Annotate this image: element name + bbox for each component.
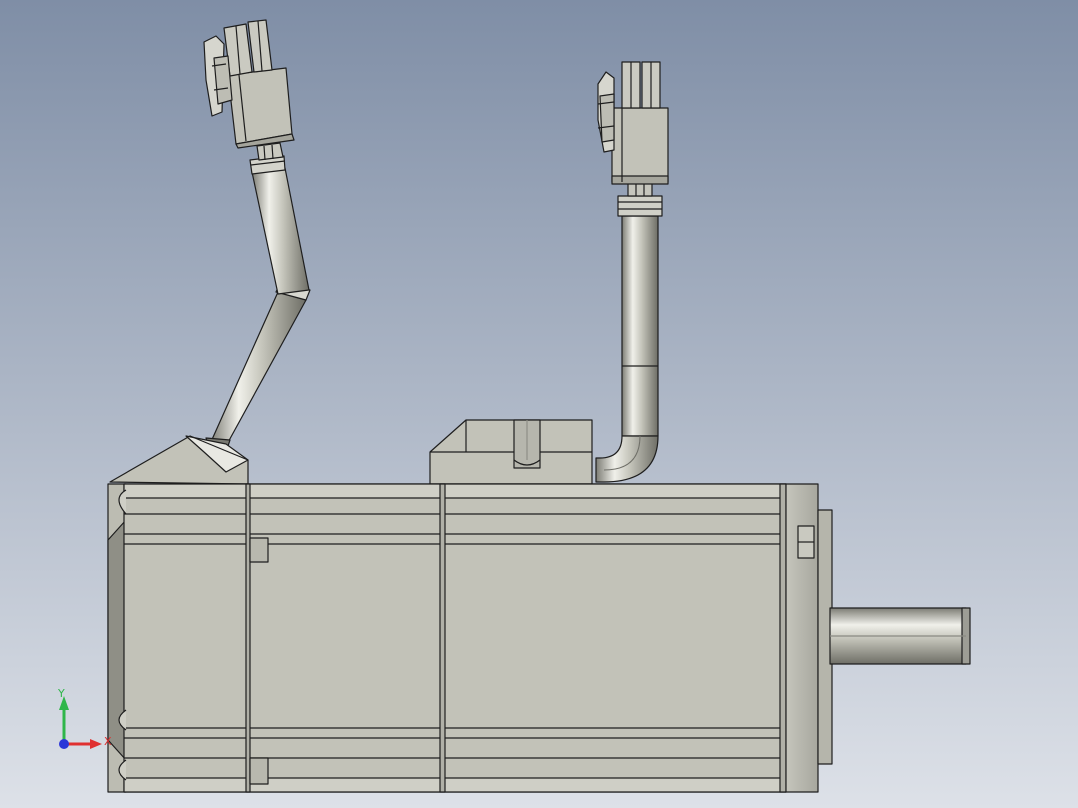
power-cable-vertical — [621, 215, 659, 437]
triad-z-dot — [59, 739, 69, 749]
servo-motor-model[interactable] — [0, 0, 1078, 808]
motor-body — [107, 483, 787, 793]
triad-x-label: X — [104, 735, 112, 748]
power-terminal-block — [429, 419, 593, 485]
output-shaft — [829, 607, 971, 665]
motor-housing — [123, 483, 787, 793]
triad-y-label: Y — [58, 687, 65, 700]
front-flange — [785, 483, 833, 793]
graphics-viewport[interactable]: Y X — [0, 0, 1078, 808]
power-cable-ring — [617, 195, 663, 217]
encoder-cable-collar — [256, 142, 284, 161]
triad-x-arrow — [90, 739, 102, 749]
